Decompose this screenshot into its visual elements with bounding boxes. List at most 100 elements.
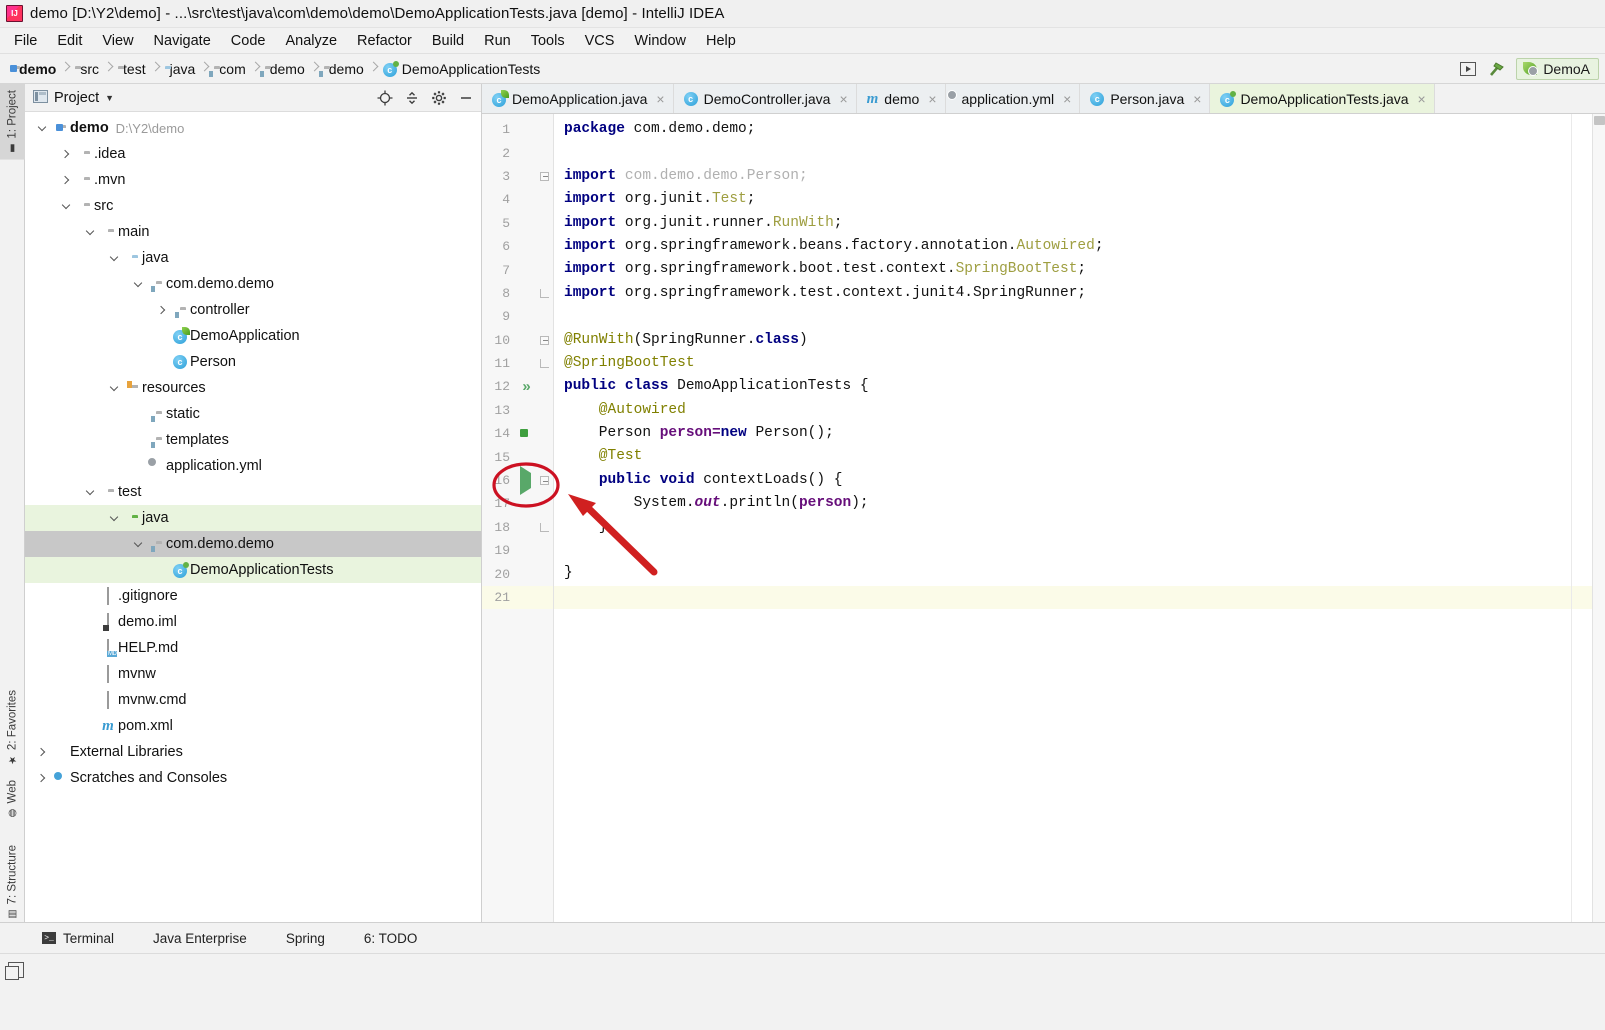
chevron-right-icon[interactable] — [33, 747, 50, 757]
fold-collapse-icon[interactable] — [539, 476, 549, 486]
editor-tab-demoapplicationtests-java[interactable]: c DemoApplicationTests.java × — [1210, 84, 1435, 113]
run-test-method-icon[interactable] — [519, 466, 531, 496]
breadcrumb-item-5[interactable]: demo — [261, 59, 309, 79]
breadcrumb-item-2[interactable]: test — [114, 59, 150, 79]
chevron-down-icon[interactable] — [129, 278, 146, 287]
editor-tab-demoapplication-java[interactable]: c DemoApplication.java × — [482, 84, 674, 113]
chevron-down-icon[interactable] — [81, 486, 98, 495]
sidebar-item-favorites[interactable]: ★ 2: Favorites — [0, 684, 25, 771]
chevron-down-icon[interactable] — [105, 252, 122, 261]
tree-node[interactable]: c DemoApplication — [25, 323, 481, 349]
tree-node[interactable]: External Libraries — [25, 739, 481, 765]
chevron-right-icon[interactable] — [57, 175, 74, 185]
close-icon[interactable]: × — [839, 91, 847, 107]
bottom-tab-terminal[interactable]: >_ Terminal — [36, 931, 140, 946]
scroll-from-source-icon[interactable] — [376, 89, 394, 107]
bottom-tab-java-enterprise[interactable]: Java Enterprise — [140, 931, 273, 946]
project-tree[interactable]: demo D:\Y2\demo .idea .mvn src main java com.de… — [25, 112, 481, 922]
chevron-down-icon[interactable]: ▼ — [105, 93, 114, 103]
build-hammer-icon[interactable] — [1487, 59, 1507, 79]
menu-item-view[interactable]: View — [92, 30, 143, 52]
tree-node[interactable]: templates — [25, 427, 481, 453]
tree-node[interactable]: com.demo.demo — [25, 531, 481, 557]
breadcrumb-item-7[interactable]: c DemoApplicationTests — [379, 59, 545, 79]
tree-node[interactable]: com.demo.demo — [25, 271, 481, 297]
menu-item-analyze[interactable]: Analyze — [275, 30, 347, 52]
tree-node[interactable]: test — [25, 479, 481, 505]
run-all-tests-icon[interactable]: » — [522, 378, 531, 395]
menu-item-edit[interactable]: Edit — [47, 30, 92, 52]
menu-item-navigate[interactable]: Navigate — [144, 30, 221, 52]
tree-node[interactable]: mvnw.cmd — [25, 687, 481, 713]
breadcrumb-item-4[interactable]: com — [210, 59, 249, 79]
chevron-down-icon[interactable] — [105, 382, 122, 391]
tree-node[interactable]: c DemoApplicationTests — [25, 557, 481, 583]
tree-node[interactable]: java — [25, 245, 481, 271]
breadcrumb-item-3[interactable]: java — [161, 59, 200, 79]
tree-node[interactable]: .idea — [25, 141, 481, 167]
sidebar-item-web[interactable]: ◍ Web — [0, 774, 25, 824]
sidebar-item-structure[interactable]: ▤ 7: Structure — [0, 839, 25, 925]
tree-node[interactable]: mvnw — [25, 661, 481, 687]
menu-item-tools[interactable]: Tools — [521, 30, 575, 52]
tree-node[interactable]: application.yml — [25, 453, 481, 479]
tree-node[interactable]: .gitignore — [25, 583, 481, 609]
chevron-down-icon[interactable] — [57, 200, 74, 209]
editor-tab-democontroller-java[interactable]: c DemoController.java × — [673, 84, 857, 113]
tree-node[interactable]: src — [25, 193, 481, 219]
breadcrumb-item-1[interactable]: src — [71, 59, 103, 79]
fold-collapse-icon[interactable] — [539, 335, 549, 345]
tree-node[interactable]: Scratches and Consoles — [25, 765, 481, 791]
menu-item-window[interactable]: Window — [624, 30, 696, 52]
tree-node[interactable]: java — [25, 505, 481, 531]
sidebar-item-project[interactable]: ▮ 1: Project — [0, 84, 25, 160]
show-tool-windows-icon[interactable] — [5, 961, 24, 980]
chevron-right-icon[interactable] — [153, 305, 170, 315]
tree-node[interactable]: main — [25, 219, 481, 245]
close-icon[interactable]: × — [1063, 91, 1071, 107]
tree-node[interactable]: resources — [25, 375, 481, 401]
collapse-all-icon[interactable] — [403, 89, 421, 107]
chevron-down-icon[interactable] — [33, 122, 50, 131]
tree-node[interactable]: c Person — [25, 349, 481, 375]
chevron-down-icon[interactable] — [81, 226, 98, 235]
menu-item-vcs[interactable]: VCS — [575, 30, 625, 52]
close-icon[interactable]: × — [1418, 91, 1426, 107]
tree-node[interactable]: demo D:\Y2\demo — [25, 115, 481, 141]
menu-item-run[interactable]: Run — [474, 30, 521, 52]
editor-marker-scrollbar[interactable] — [1592, 114, 1605, 922]
close-icon[interactable]: × — [928, 91, 936, 107]
chevron-down-icon[interactable] — [129, 538, 146, 547]
breadcrumb-item-0[interactable]: demo — [10, 59, 60, 79]
bottom-tab-6-todo[interactable]: 6: TODO — [351, 931, 444, 946]
breadcrumb-item-6[interactable]: demo — [320, 59, 368, 79]
chevron-right-icon[interactable] — [33, 773, 50, 783]
tree-node[interactable]: static — [25, 401, 481, 427]
close-icon[interactable]: × — [656, 91, 664, 107]
fold-end-marker[interactable] — [539, 288, 549, 298]
scrollbar-thumb[interactable] — [1594, 116, 1605, 125]
editor-tab-demo[interactable]: m demo × — [856, 84, 946, 113]
chevron-right-icon[interactable] — [57, 149, 74, 159]
close-icon[interactable]: × — [1193, 91, 1201, 107]
tree-node[interactable]: MD HELP.md — [25, 635, 481, 661]
editor-tab-person-java[interactable]: c Person.java × — [1080, 84, 1211, 113]
menu-item-refactor[interactable]: Refactor — [347, 30, 422, 52]
fold-end-marker[interactable] — [539, 359, 549, 369]
code-text-area[interactable]: package com.demo.demo; import com.demo.d… — [554, 114, 1592, 922]
tree-node[interactable]: demo.iml — [25, 609, 481, 635]
bottom-tab-spring[interactable]: Spring — [273, 931, 351, 946]
settings-gear-icon[interactable] — [430, 89, 448, 107]
editor-gutter[interactable]: 1 2 3 4 5 6 7 8 9 10 11 12» 13 14 15 16 17 18 19 20 21 — [482, 114, 554, 922]
fold-end-marker[interactable] — [539, 522, 549, 532]
tree-node[interactable]: controller — [25, 297, 481, 323]
tree-node[interactable]: .mvn — [25, 167, 481, 193]
menu-item-code[interactable]: Code — [221, 30, 276, 52]
run-configurations-icon[interactable] — [1458, 59, 1478, 79]
run-configuration-selector[interactable]: DemoA — [1516, 57, 1599, 80]
fold-collapse-icon[interactable] — [539, 171, 549, 181]
editor-tab-application-yml[interactable]: application.yml × — [945, 84, 1081, 113]
hide-panel-icon[interactable] — [457, 89, 475, 107]
chevron-down-icon[interactable] — [105, 512, 122, 521]
menu-item-help[interactable]: Help — [696, 30, 746, 52]
